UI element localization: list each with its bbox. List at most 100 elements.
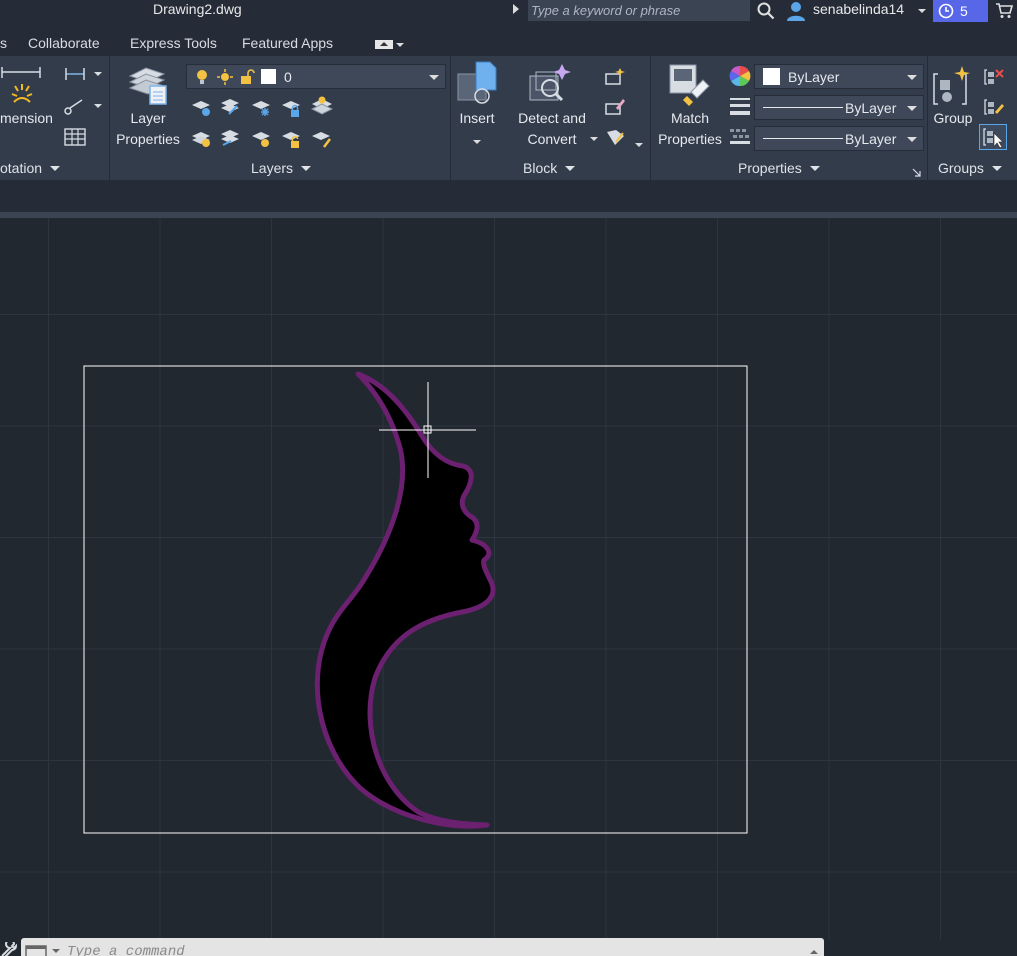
drawing-svg bbox=[83, 365, 748, 834]
group-button[interactable]: Group bbox=[928, 108, 978, 129]
file-tabs-bar bbox=[0, 180, 1017, 212]
panel-divider bbox=[109, 56, 110, 180]
layer-unisolate-icon[interactable] bbox=[219, 127, 241, 154]
block-panel-title[interactable]: Block bbox=[523, 160, 576, 176]
chevron-down-icon bbox=[907, 75, 917, 80]
tab-collaborate[interactable]: Collaborate bbox=[28, 35, 100, 51]
layer-make-current-icon[interactable] bbox=[310, 94, 334, 123]
ribbon: mension otation Layer Properties 0 Layer… bbox=[0, 56, 1017, 180]
search-icon[interactable] bbox=[756, 1, 776, 21]
command-input[interactable] bbox=[67, 945, 767, 956]
annotation-panel-label: otation bbox=[0, 160, 43, 176]
group-edit-icon[interactable] bbox=[983, 96, 1005, 123]
layer-thaw-icon[interactable] bbox=[250, 127, 272, 154]
insert-block-icon[interactable] bbox=[456, 60, 500, 109]
tab-express-tools[interactable]: Express Tools bbox=[130, 35, 217, 51]
autocad-window: Drawing2.dwg senabelinda14 5 s Collabora… bbox=[0, 0, 1017, 956]
group-selection-toggle-icon[interactable] bbox=[979, 124, 1007, 150]
color-swatch bbox=[763, 68, 780, 85]
face-silhouette-shape[interactable] bbox=[314, 371, 496, 829]
current-layer-name: 0 bbox=[284, 68, 292, 85]
block-attributes-icon[interactable] bbox=[604, 126, 626, 153]
match-label-2: Properties bbox=[658, 131, 722, 147]
linear-dimension-icon[interactable] bbox=[64, 66, 104, 87]
layers-panel-label: Layers bbox=[251, 160, 294, 176]
layer-on-icon[interactable] bbox=[190, 127, 212, 154]
tab-partial[interactable]: s bbox=[0, 35, 7, 51]
ungroup-icon[interactable] bbox=[983, 66, 1005, 93]
search-expand-icon[interactable] bbox=[513, 4, 519, 14]
detect-convert-icon[interactable] bbox=[526, 62, 574, 113]
user-icon[interactable] bbox=[786, 0, 806, 21]
chevron-down-icon bbox=[396, 42, 404, 47]
groups-panel-label: Groups bbox=[938, 160, 984, 176]
command-prompt-icon[interactable] bbox=[25, 945, 63, 956]
detect-chevron-down-icon[interactable] bbox=[590, 128, 598, 146]
layer-freeze-icon[interactable] bbox=[250, 96, 272, 123]
transparency-icon[interactable] bbox=[730, 128, 750, 151]
drawing-canvas[interactable] bbox=[0, 218, 1017, 940]
layer-match-icon[interactable] bbox=[310, 127, 334, 154]
cart-icon[interactable] bbox=[994, 1, 1014, 20]
layers-panel-title[interactable]: Layers bbox=[251, 160, 312, 176]
chevron-down-icon bbox=[809, 165, 820, 171]
create-block-icon[interactable] bbox=[604, 66, 626, 93]
ribbon-minimize-button[interactable] bbox=[375, 40, 404, 49]
annotation-panel-title[interactable]: otation bbox=[0, 160, 61, 176]
unlock-icon bbox=[241, 68, 255, 84]
search-box[interactable] bbox=[528, 0, 750, 21]
dimension-button[interactable]: mension bbox=[0, 108, 53, 129]
linetype-dropdown[interactable]: ByLayer bbox=[754, 95, 924, 120]
detect-convert-button[interactable]: Detect and Convert bbox=[510, 108, 594, 150]
match-properties-button[interactable]: Match Properties bbox=[652, 108, 728, 150]
lineweight-icon[interactable] bbox=[730, 96, 750, 121]
insert-button[interactable]: Insert bbox=[452, 108, 502, 129]
insert-chevron-down-icon[interactable] bbox=[473, 131, 481, 149]
layer-lock-icon[interactable] bbox=[280, 96, 302, 123]
search-input[interactable] bbox=[528, 0, 750, 21]
tab-featured-apps[interactable]: Featured Apps bbox=[242, 35, 333, 51]
user-name[interactable]: senabelinda14 bbox=[813, 1, 904, 17]
bulb-icon bbox=[197, 69, 207, 84]
chevron-down-icon bbox=[565, 165, 576, 171]
chevron-down-icon bbox=[429, 75, 439, 80]
wrench-icon[interactable] bbox=[0, 939, 18, 956]
block-attributes-chevron-down-icon[interactable] bbox=[635, 134, 643, 152]
linetype-sample bbox=[763, 107, 843, 108]
chevron-down-icon bbox=[50, 165, 61, 171]
detect-label-1: Detect and bbox=[518, 110, 586, 126]
leader-icon[interactable] bbox=[64, 96, 104, 121]
group-icon[interactable] bbox=[932, 64, 976, 113]
trial-badge[interactable]: 5 bbox=[933, 0, 988, 22]
properties-panel-label: Properties bbox=[738, 160, 802, 176]
chevron-down-icon bbox=[907, 106, 917, 111]
groups-panel-title[interactable]: Groups bbox=[938, 160, 1002, 176]
edit-block-icon[interactable] bbox=[604, 96, 626, 123]
chevron-down-icon bbox=[301, 165, 312, 171]
color-wheel-icon[interactable] bbox=[729, 65, 751, 92]
layer-unlock-icon[interactable] bbox=[280, 127, 302, 154]
ribbon-tabs: s Collaborate Express Tools Featured App… bbox=[0, 22, 1017, 56]
layer-properties-button[interactable]: Layer Properties bbox=[112, 108, 184, 150]
layer-properties-label-2: Properties bbox=[116, 131, 180, 147]
linetype-value: ByLayer bbox=[845, 99, 897, 116]
command-history-chevron-up-icon[interactable] bbox=[810, 950, 818, 954]
clock-icon bbox=[938, 3, 954, 19]
chevron-down-icon bbox=[907, 137, 917, 142]
layer-isolate-icon[interactable] bbox=[219, 96, 241, 123]
dimension-icon[interactable] bbox=[0, 64, 44, 113]
color-dropdown[interactable]: ByLayer bbox=[754, 64, 924, 89]
properties-panel-title[interactable]: Properties bbox=[738, 160, 820, 176]
panel-divider bbox=[650, 56, 651, 180]
user-menu-chevron-down-icon[interactable] bbox=[917, 8, 927, 14]
layer-color-swatch bbox=[261, 69, 276, 84]
panel-divider bbox=[450, 56, 451, 180]
table-icon[interactable] bbox=[64, 128, 86, 151]
lineweight-dropdown[interactable]: ByLayer bbox=[754, 126, 924, 151]
title-bar: Drawing2.dwg senabelinda14 5 bbox=[0, 0, 1017, 22]
command-line[interactable] bbox=[21, 938, 824, 956]
match-properties-icon[interactable] bbox=[667, 62, 713, 113]
layer-off-icon[interactable] bbox=[190, 96, 212, 123]
layer-properties-icon[interactable] bbox=[126, 64, 170, 113]
layer-dropdown[interactable]: 0 bbox=[186, 64, 446, 89]
